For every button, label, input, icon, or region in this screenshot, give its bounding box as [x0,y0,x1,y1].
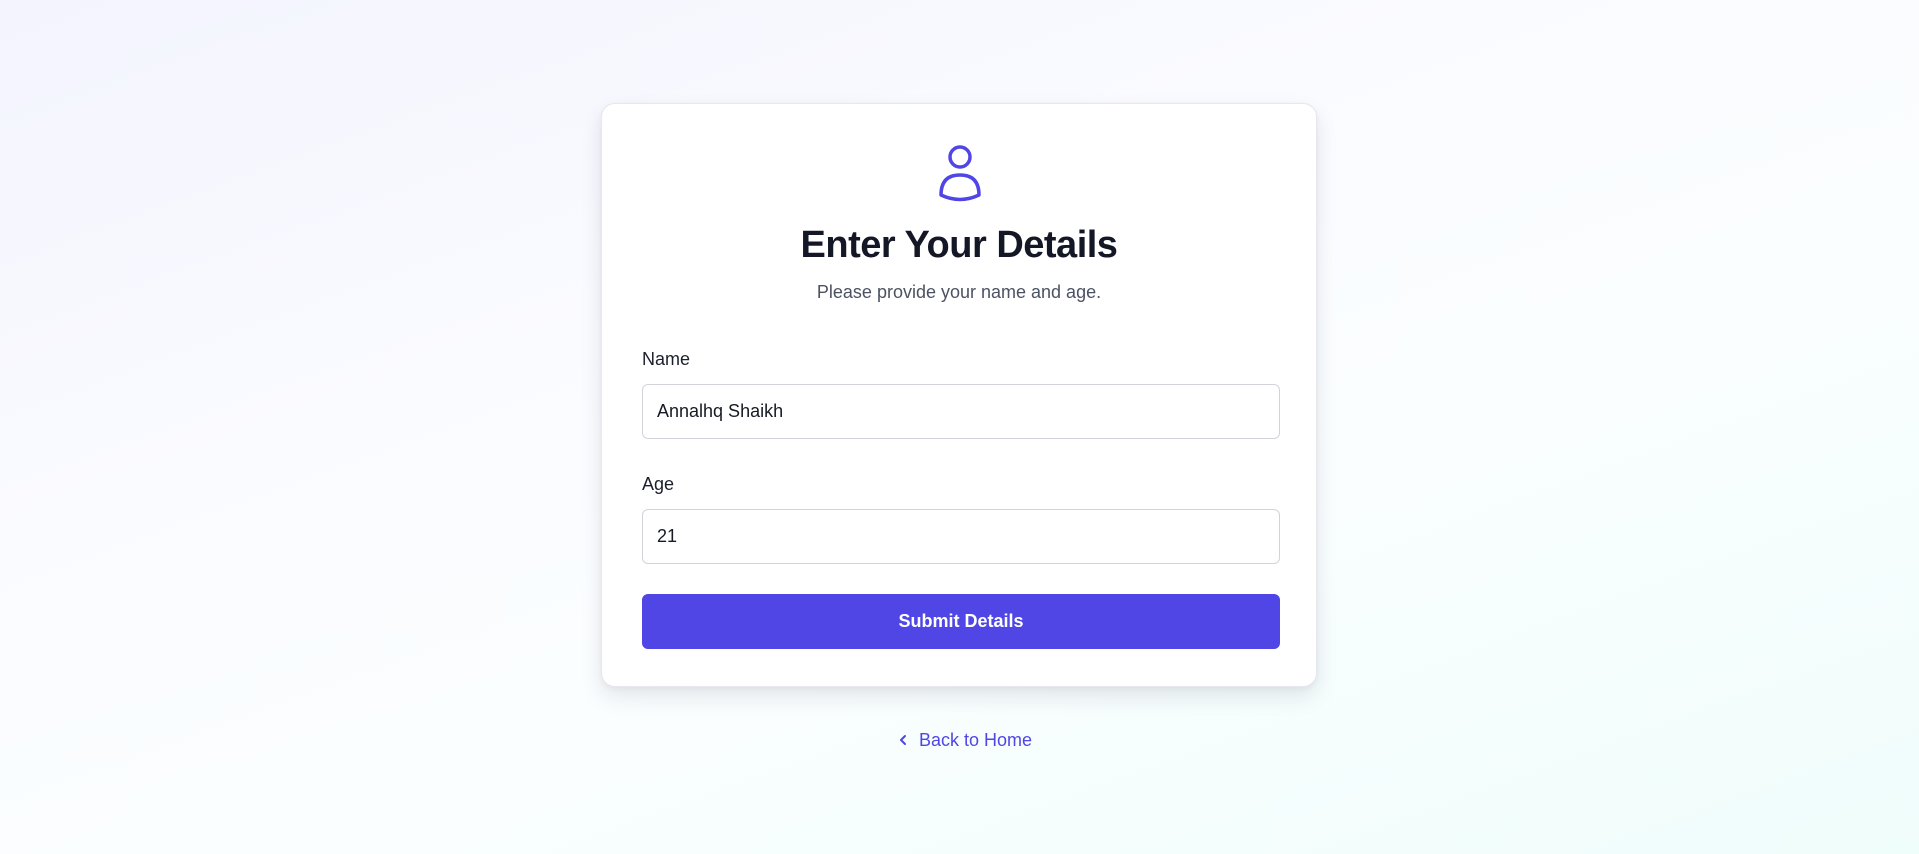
page-title: Enter Your Details [800,224,1118,266]
name-field[interactable] [642,384,1280,439]
user-icon [939,145,981,202]
back-to-home-link[interactable]: Back to Home [897,728,1032,752]
submit-details-button[interactable]: Submit Details [642,594,1280,649]
chevron-left-icon [900,735,906,745]
age-label: Age [642,474,675,494]
page-subtitle: Please provide your name and age. [816,282,1102,302]
age-field[interactable] [642,509,1280,564]
back-to-home-label: Back to Home [919,730,1033,750]
details-card: Enter Your Details Please provide your n… [601,103,1317,687]
name-label: Name [642,349,691,369]
